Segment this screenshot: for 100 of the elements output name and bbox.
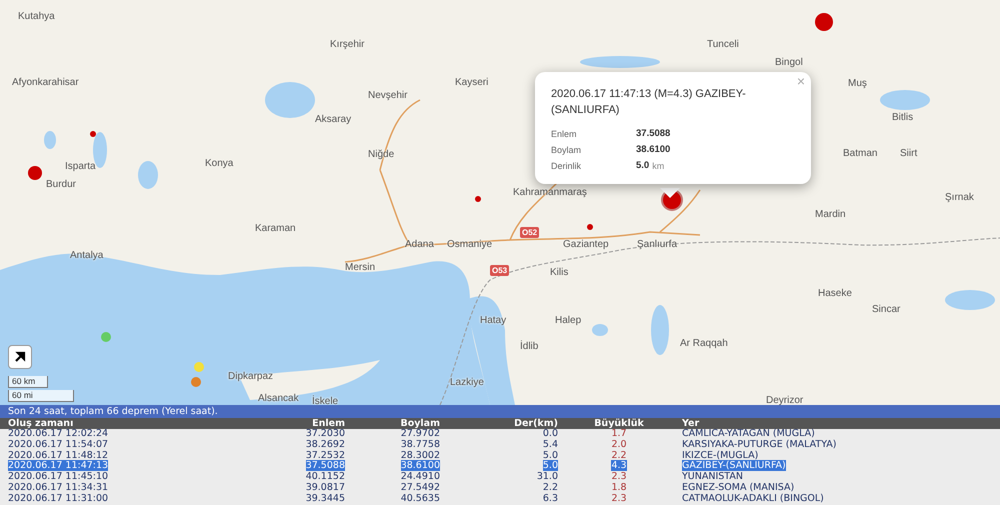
table-cell: 40.5635 [400, 492, 440, 504]
table-cell: 0.0 [542, 428, 558, 439]
place-label: Mersin [345, 263, 376, 273]
table-cell: 28.3002 [400, 450, 440, 461]
column-header[interactable]: Boylam [345, 418, 440, 429]
table-cell: IKIZCE-(MUGLA) [682, 450, 758, 461]
table-cell: 2.3 [611, 492, 627, 504]
place-label: İskele [312, 397, 338, 405]
place-label: Mardin [815, 210, 846, 220]
table-cell: 27.9702 [400, 428, 440, 439]
field-label: Boylam [551, 144, 582, 157]
column-header[interactable]: Büyüklük [558, 418, 680, 429]
table-cell: 38.2692 [306, 438, 345, 450]
column-header[interactable]: Enlem [305, 418, 345, 429]
place-label: Batman [843, 149, 878, 159]
table-cell: KARSIYAKA-PUTURGE (MALATYA) [682, 438, 837, 450]
arrow-icon [14, 351, 26, 363]
place-label: Hatay [480, 316, 506, 326]
table-cell: 2020.06.17 11:45:10 [8, 471, 108, 482]
place-label: Karaman [255, 224, 296, 234]
scale-bar: 60 km [8, 376, 48, 388]
road-shield: O52 [520, 227, 540, 238]
table-cell: GAZIBEY-(SANLIURFA) [682, 460, 786, 472]
earthquake-marker[interactable] [28, 166, 42, 180]
field-value: 37.5088 [636, 127, 670, 141]
place-label: Deyrizor [766, 396, 804, 405]
place-label: İdlib [520, 342, 538, 352]
place-label: Nevşehir [368, 91, 408, 101]
expand-button[interactable] [8, 345, 32, 369]
table-cell: 39.0817 [306, 482, 345, 493]
place-label: Isparta [65, 162, 96, 172]
place-label: Halep [555, 316, 582, 326]
summary-text: Son 24 saat, toplam 66 deprem (Yerel saat). [0, 405, 1000, 418]
place-label: Muş [848, 79, 867, 89]
table-cell: 2.2 [542, 482, 558, 493]
table-cell: 2020.06.17 11:47:13 [8, 460, 108, 472]
table-cell: 6.3 [542, 492, 558, 504]
place-label: Şırnak [945, 193, 974, 203]
place-label: Siirt [900, 149, 918, 159]
table-cell: 2020.06.17 11:34:31 [8, 482, 108, 493]
column-header[interactable]: Der(km) [440, 418, 558, 429]
field-value: 38.6100 [636, 143, 670, 157]
field-label: Enlem [551, 128, 578, 141]
scale-bar: 60 mi [8, 390, 74, 402]
table-cell: 5.0 [542, 460, 558, 472]
table-cell: 40.1152 [306, 471, 345, 482]
place-label: Alsancak [258, 394, 299, 404]
table-cell: 38.7758 [400, 438, 440, 450]
table-cell: 2020.06.17 12:02:24 [8, 428, 108, 439]
table-cell: 39.3445 [306, 492, 345, 504]
place-label: Bingol [775, 58, 803, 68]
table-cell: 31.0 [536, 471, 558, 482]
place-label: Kırşehir [330, 40, 364, 50]
unit-label: km [652, 160, 664, 173]
table-cell: 1.8 [611, 482, 627, 493]
table-cell: 38.6100 [400, 460, 440, 472]
table-cell: CAMLICA-YATAGAN (MUGLA) [682, 428, 815, 439]
table-cell: 2020.06.17 11:54:07 [8, 438, 108, 450]
earthquake-marker[interactable] [587, 224, 593, 230]
place-label: Kutahya [18, 12, 55, 22]
place-label: Kayseri [455, 78, 488, 88]
popup-title: 2020.06.17 11:47:13 (M=4.3) GAZIBEY-(SANLIURFA) [551, 87, 747, 118]
earthquake-marker[interactable] [815, 13, 833, 31]
place-label: Ar Raqqah [680, 339, 728, 349]
place-label: Konya [205, 159, 234, 169]
place-label: Kilis [550, 268, 568, 278]
table-cell: 2.3 [611, 471, 627, 482]
place-label: Tunceli [707, 40, 739, 50]
table-cell: 37.2532 [306, 450, 345, 461]
field-value: 5.0 [636, 159, 650, 173]
table-cell: 37.5088 [306, 460, 345, 472]
place-label: Aksaray [315, 115, 352, 125]
column-header[interactable]: Yer [680, 418, 1000, 429]
earthquake-marker[interactable] [90, 131, 96, 137]
place-label: Haseke [818, 289, 852, 299]
place-label: Sincar [872, 305, 900, 315]
field-label: Derinlik [551, 160, 582, 173]
place-label: Bitlis [892, 113, 914, 123]
place-label: Lazkiye [450, 378, 484, 388]
road-shield: O53 [490, 265, 510, 276]
table-cell: 1.7 [611, 428, 627, 439]
table-cell: 2.2 [611, 450, 627, 461]
table-cell: 2020.06.17 11:48:12 [8, 450, 108, 461]
place-label: Gaziantep [563, 240, 609, 250]
earthquake-marker[interactable] [475, 196, 481, 202]
place-label: Burdur [46, 180, 76, 190]
column-header[interactable]: Oluş zamanı [0, 418, 305, 429]
table-cell: CATMAOLUK-ADAKLI (BINGOL) [682, 492, 824, 504]
place-label: Afyonkarahisar [12, 78, 79, 88]
table-cell: 37.2030 [306, 428, 345, 439]
table-cell: 2.0 [611, 438, 627, 450]
table-cell: 27.5492 [400, 482, 440, 493]
table-cell: 4.3 [611, 460, 627, 472]
table-cell: 5.4 [542, 438, 558, 450]
table-cell: 24.4910 [400, 471, 440, 482]
table-cell: YUNANISTAN [682, 471, 743, 482]
table-cell: 2020.06.17 11:31:00 [8, 492, 108, 504]
table-cell: EGNEZ-SOMA (MANISA) [682, 482, 794, 493]
place-label: Antalya [70, 251, 104, 261]
place-label: Dipkarpaz [228, 372, 274, 382]
